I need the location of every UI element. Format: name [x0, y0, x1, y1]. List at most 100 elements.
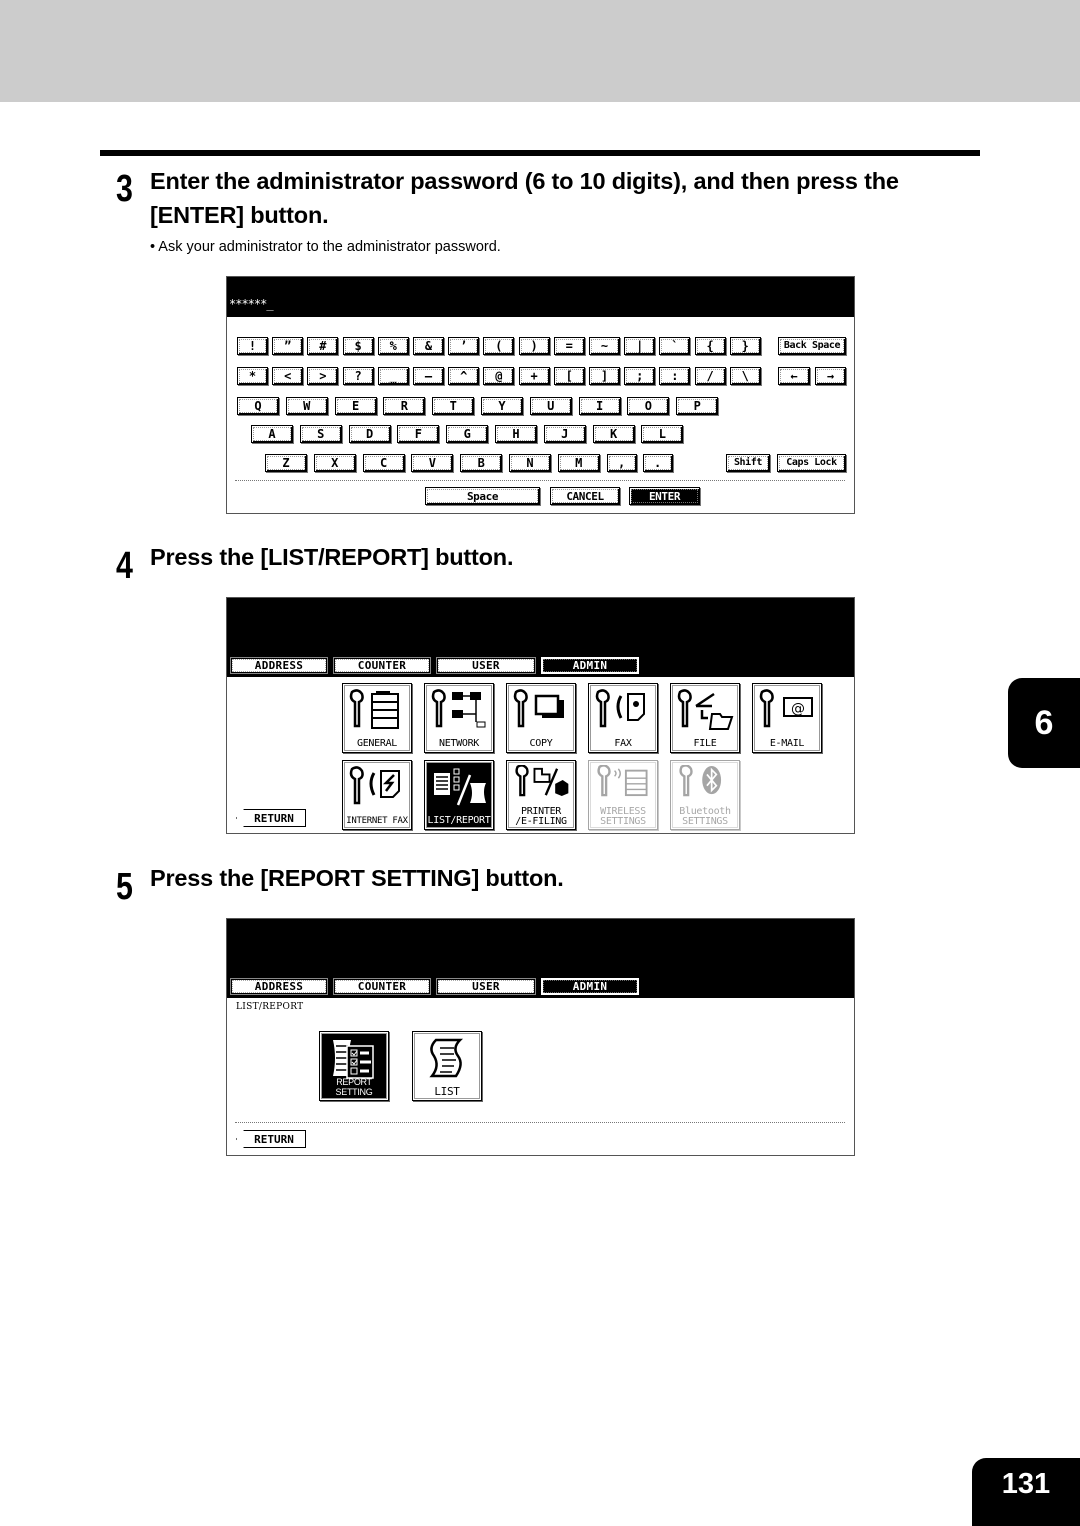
internet-fax-button[interactable]: INTERNET FAX [342, 760, 412, 830]
space-key[interactable]: Space [425, 487, 540, 505]
step-3-title: Enter the administrator password (6 to 1… [150, 164, 899, 232]
key-row4-8[interactable]: L [641, 425, 684, 443]
key-row2-9[interactable]: [ [553, 367, 585, 385]
fax-button[interactable]: FAX [588, 683, 658, 753]
password-field[interactable]: ******_ [227, 277, 854, 317]
key-row1-4[interactable]: % [377, 337, 409, 355]
key-row3-6[interactable]: U [529, 397, 572, 415]
key-row2-1[interactable]: < [272, 367, 304, 385]
key-row3-3[interactable]: R [383, 397, 426, 415]
arrow-left-key[interactable]: ← [778, 367, 810, 385]
report-setting-label: REPORT SETTING [335, 1077, 373, 1097]
key-row2-11[interactable]: ; [624, 367, 656, 385]
return-button[interactable]: RETURN [236, 1130, 306, 1148]
key-row1-3[interactable]: $ [342, 337, 374, 355]
tab-address[interactable]: ADDRESS [230, 657, 328, 674]
wireless-label-line2: SETTINGS [600, 816, 646, 827]
key-row4-3[interactable]: F [397, 425, 440, 443]
tab-user[interactable]: USER [436, 657, 536, 674]
backspace-key[interactable]: Back Space [778, 337, 846, 355]
key-row4-2[interactable]: D [348, 425, 391, 443]
key-row4-1[interactable]: S [299, 425, 342, 443]
key-row3-0[interactable]: Q [237, 397, 279, 415]
key-row1-8[interactable]: ) [518, 337, 550, 355]
key-row3-9[interactable]: P [676, 397, 719, 415]
key-row3-1[interactable]: W [285, 397, 328, 415]
step-5-title: Press the [REPORT SETTING] button. [150, 865, 564, 891]
password-value: ******_ [229, 297, 274, 311]
step-3-title-line2: [ENTER] button. [150, 202, 329, 228]
arrow-right-key[interactable]: → [815, 367, 846, 385]
tab-user[interactable]: USER [436, 978, 536, 995]
key-row2-2[interactable]: > [307, 367, 339, 385]
key-row2-7[interactable]: @ [483, 367, 515, 385]
list-button[interactable]: LIST [412, 1031, 482, 1101]
tab-counter[interactable]: COUNTER [333, 978, 431, 995]
key-row5-7[interactable]: , [606, 454, 637, 472]
key-row1-9[interactable]: = [553, 337, 585, 355]
key-row4-7[interactable]: K [592, 425, 635, 443]
key-row4-6[interactable]: J [543, 425, 586, 443]
key-row2-12[interactable]: : [659, 367, 691, 385]
key-row1-10[interactable]: ~ [589, 337, 620, 355]
key-row5-6[interactable]: M [557, 454, 600, 472]
key-row3-5[interactable]: Y [481, 397, 523, 415]
key-row1-7[interactable]: ( [483, 337, 515, 355]
key-row2-5[interactable]: — [413, 367, 444, 385]
email-button[interactable]: @ E-MAIL [752, 683, 822, 753]
key-row3-2[interactable]: E [334, 397, 377, 415]
key-row1-12[interactable]: ` [659, 337, 691, 355]
enter-button[interactable]: ENTER [629, 487, 700, 505]
tab-address[interactable]: ADDRESS [230, 978, 328, 995]
key-row1-1[interactable]: ” [272, 337, 304, 355]
key-row2-0[interactable]: * [237, 367, 268, 385]
shift-key[interactable]: Shift [726, 454, 770, 472]
caps-lock-key[interactable]: Caps Lock [777, 454, 846, 472]
key-row1-0[interactable]: ! [237, 337, 268, 355]
keyboard-screen: ******_ !” # $% &’() = ~ | `{} * < >? _ — ^ @ +[];: / \ Q W… [226, 276, 855, 514]
tab-counter[interactable]: COUNTER [333, 657, 431, 674]
printer-efiling-button[interactable]: PRINTER /E-FILING [506, 760, 576, 830]
list-report-label: LIST/REPORT [427, 815, 491, 826]
key-row2-14[interactable]: \ [729, 367, 761, 385]
key-row1-11[interactable]: | [624, 337, 656, 355]
key-row4-0[interactable]: A [251, 425, 293, 443]
key-row5-8[interactable]: . [642, 454, 673, 472]
key-row1-13[interactable]: { [694, 337, 726, 355]
key-row5-3[interactable]: V [411, 454, 454, 472]
key-row2-3[interactable]: ? [342, 367, 374, 385]
key-row5-5[interactable]: N [509, 454, 551, 472]
copy-button[interactable]: COPY [506, 683, 576, 753]
key-row5-4[interactable]: B [460, 454, 503, 472]
breadcrumb: LIST/REPORT [236, 1002, 304, 1012]
key-row3-4[interactable]: T [432, 397, 475, 415]
step-3-number: 3 [116, 168, 133, 210]
tab-admin[interactable]: ADMIN [541, 657, 639, 674]
key-row1-14[interactable]: } [729, 337, 761, 355]
key-row5-0[interactable]: Z [265, 454, 307, 472]
wireless-settings-button[interactable]: WIRELESS SETTINGS [588, 760, 658, 830]
key-row1-6[interactable]: ’ [448, 337, 480, 355]
key-row4-4[interactable]: G [446, 425, 489, 443]
report-setting-button[interactable]: REPORT SETTING [319, 1031, 389, 1101]
key-row3-8[interactable]: O [627, 397, 670, 415]
tab-admin[interactable]: ADMIN [541, 978, 639, 995]
key-row1-5[interactable]: & [413, 337, 444, 355]
file-button[interactable]: FILE [670, 683, 740, 753]
key-row2-6[interactable]: ^ [448, 367, 480, 385]
key-row1-2[interactable]: # [307, 337, 339, 355]
key-row2-13[interactable]: / [694, 367, 726, 385]
key-row4-5[interactable]: H [495, 425, 537, 443]
key-row3-7[interactable]: I [578, 397, 621, 415]
general-button[interactable]: GENERAL [342, 683, 412, 753]
return-button[interactable]: RETURN [236, 809, 306, 827]
key-row2-10[interactable]: ] [589, 367, 620, 385]
key-row5-2[interactable]: C [362, 454, 405, 472]
list-report-button[interactable]: LIST/REPORT [424, 760, 494, 830]
key-row5-1[interactable]: X [313, 454, 356, 472]
key-row2-8[interactable]: + [518, 367, 550, 385]
bluetooth-settings-button[interactable]: Bluetooth SETTINGS [670, 760, 740, 830]
network-button[interactable]: NETWORK [424, 683, 494, 753]
key-row2-4[interactable]: _ [377, 367, 409, 385]
cancel-button[interactable]: CANCEL [550, 487, 620, 505]
